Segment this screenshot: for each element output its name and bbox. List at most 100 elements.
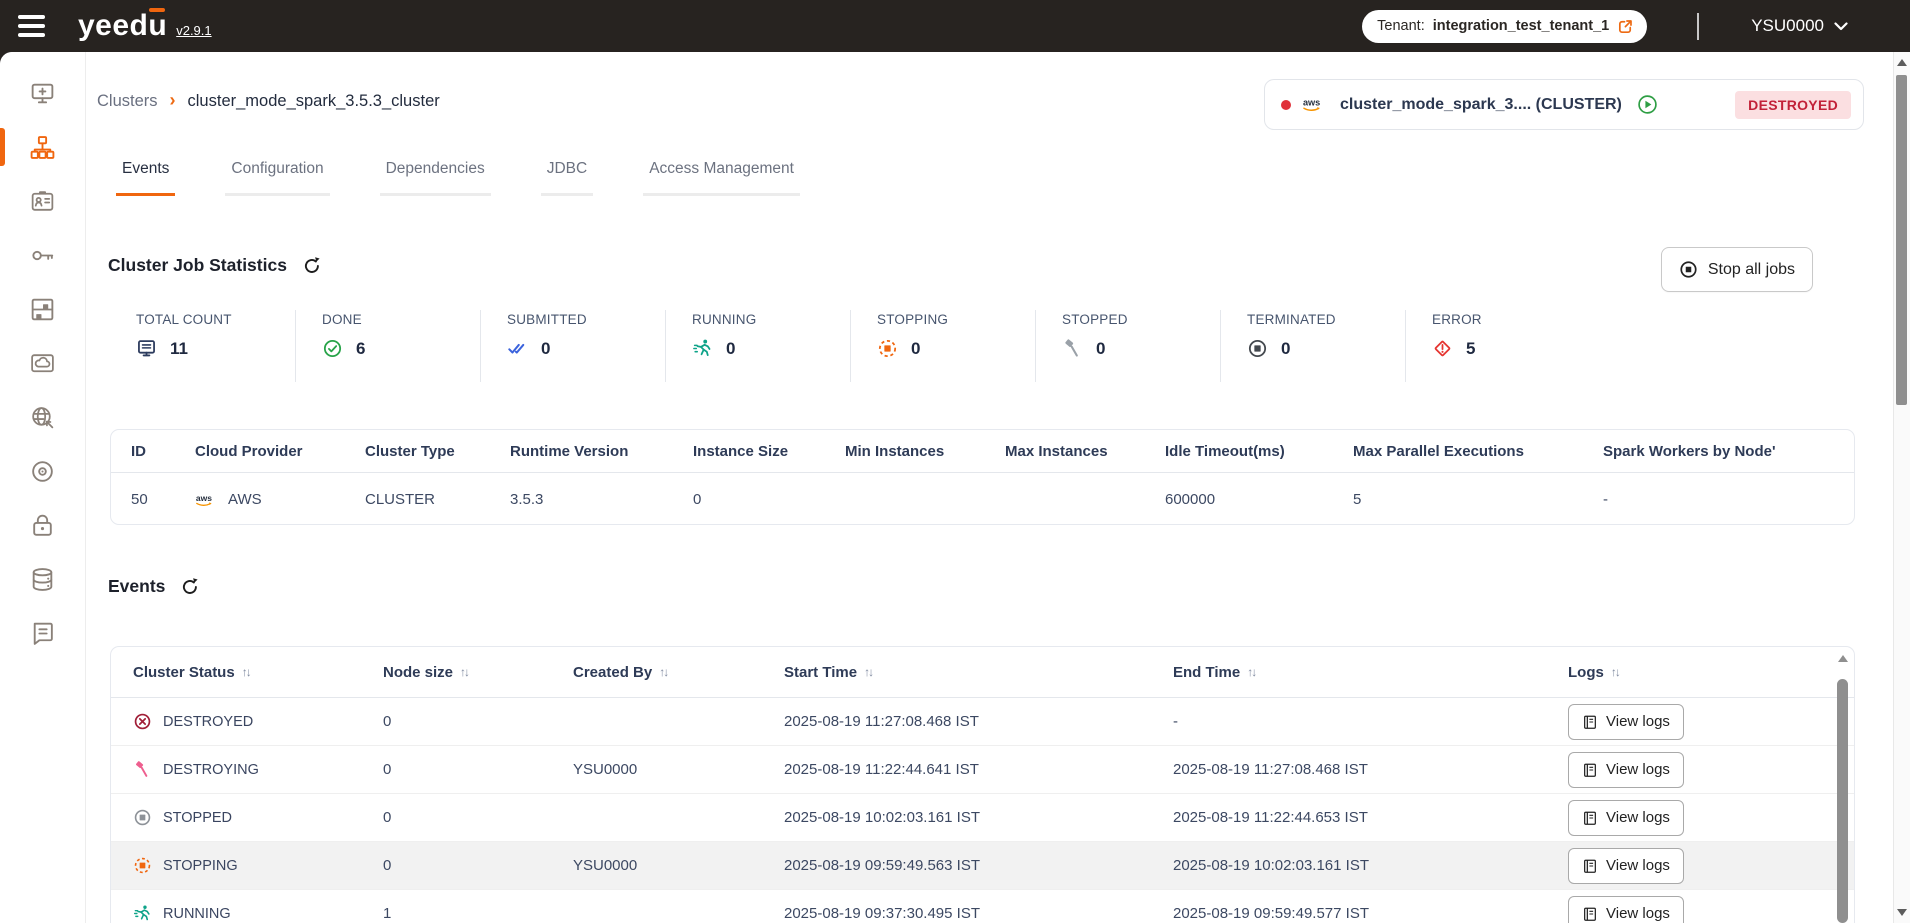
refresh-icon[interactable]: [180, 577, 200, 597]
view-logs-button[interactable]: View logs: [1568, 895, 1684, 923]
sidebar-item-clusters[interactable]: [0, 128, 86, 166]
tenant-name: integration_test_tenant_1: [1432, 18, 1610, 34]
tab-bar: Events Configuration Dependencies JDBC A…: [116, 158, 800, 196]
sidebar-item-database[interactable]: [0, 562, 86, 596]
circle-square-icon: [1247, 338, 1268, 359]
monitor-plus-icon: [29, 80, 56, 107]
stat-submitted: SUBMITTED 0: [480, 310, 665, 382]
sidebar-item-disc[interactable]: [0, 454, 86, 488]
user-id: YSU0000: [1751, 16, 1824, 35]
log-note-icon: [29, 620, 56, 647]
cluster-selector[interactable]: aws cluster_mode_spark_3.... (CLUSTER) D…: [1264, 79, 1864, 130]
tab-configuration[interactable]: Configuration: [225, 158, 330, 196]
view-logs-button[interactable]: View logs: [1568, 799, 1684, 836]
circle-x-icon: [133, 712, 152, 731]
dashed-circle-square-icon: [877, 338, 898, 359]
list-board-icon: [136, 338, 157, 359]
tab-dependencies[interactable]: Dependencies: [379, 158, 491, 196]
sidebar-item-cloud[interactable]: [0, 346, 86, 380]
scroll-up-icon[interactable]: [1837, 655, 1848, 662]
events-title: Events: [108, 576, 166, 596]
status-badge: DESTROYED: [1735, 90, 1851, 119]
aws-logo-icon: aws: [1302, 96, 1329, 113]
sort-icon[interactable]: ↑↓: [659, 665, 669, 679]
svg-text:aws: aws: [1303, 97, 1320, 107]
app-logo: yeedu: [78, 8, 168, 42]
breadcrumb-chevron-icon: ›: [169, 90, 176, 110]
sort-icon[interactable]: ↑↓: [460, 665, 470, 679]
top-navbar: yeedu v2.9.1 Tenant: integration_test_te…: [0, 0, 1910, 52]
cloud-frame-icon: [29, 350, 56, 377]
job-stats-title: Cluster Job Statistics: [108, 255, 287, 275]
breadcrumb-clusters-link[interactable]: Clusters: [97, 92, 158, 111]
sidebar-item-security[interactable]: [0, 508, 86, 542]
runner-icon: [692, 338, 713, 359]
table-row: STOPPING 0 YSU0000 2025-08-19 09:59:49.5…: [111, 842, 1854, 890]
view-logs-button[interactable]: View logs: [1568, 703, 1684, 740]
sort-icon[interactable]: ↑↓: [1611, 665, 1621, 679]
sidebar-item-rack[interactable]: [0, 292, 86, 326]
stop-all-jobs-button[interactable]: Stop all jobs: [1660, 247, 1813, 292]
globe-cursor-icon: [29, 404, 56, 431]
events-scrollbar[interactable]: [1836, 653, 1849, 923]
svg-text:aws: aws: [196, 492, 212, 502]
page-scrollbar[interactable]: [1893, 52, 1910, 923]
view-logs-button[interactable]: View logs: [1568, 847, 1684, 884]
version-link[interactable]: v2.9.1: [176, 23, 211, 38]
stop-icon: [1679, 260, 1698, 279]
tab-access-management[interactable]: Access Management: [643, 158, 800, 196]
tab-events[interactable]: Events: [116, 158, 176, 196]
scroll-up-icon[interactable]: [1897, 59, 1907, 66]
sort-icon[interactable]: ↑↓: [242, 665, 252, 679]
sidebar-item-id-badge[interactable]: [0, 184, 86, 218]
refresh-icon[interactable]: [302, 256, 322, 276]
tenant-label: Tenant:: [1377, 18, 1425, 34]
stat-running: RUNNING 0: [665, 310, 850, 382]
tenant-pill[interactable]: Tenant: integration_test_tenant_1: [1362, 9, 1648, 43]
hamburger-menu-icon[interactable]: [18, 9, 52, 43]
stat-done: DONE 6: [295, 310, 480, 382]
diamond-exclamation-icon: [1432, 338, 1453, 359]
scrollbar-thumb[interactable]: [1837, 679, 1848, 923]
disc-icon: [29, 458, 56, 485]
stat-stopped: STOPPED 0: [1035, 310, 1220, 382]
navbar-divider: [1697, 12, 1700, 40]
user-menu[interactable]: YSU0000: [1751, 16, 1848, 36]
scroll-down-icon[interactable]: [1897, 909, 1907, 916]
events-header-row: Cluster Status ↑↓ Node size ↑↓ Created By ↑…: [111, 647, 1854, 698]
dashed-circle-square-icon: [133, 856, 152, 875]
content-area: Clusters › cluster_mode_spark_3.5.3_clus…: [0, 52, 1910, 923]
sort-icon[interactable]: ↑↓: [864, 665, 874, 679]
table-row: STOPPED 0 2025-08-19 10:02:03.161 IST 20…: [111, 794, 1854, 842]
chevron-down-icon: [1834, 21, 1848, 31]
log-doc-icon: [1582, 858, 1598, 874]
external-link-icon[interactable]: [1617, 18, 1634, 35]
breadcrumb: Clusters › cluster_mode_spark_3.5.3_clus…: [97, 90, 440, 111]
play-icon[interactable]: [1637, 94, 1658, 115]
stat-terminated: TERMINATED 0: [1220, 310, 1405, 382]
log-doc-icon: [1582, 906, 1598, 922]
hammer-icon: [133, 760, 152, 779]
table-row: DESTROYING 0 YSU0000 2025-08-19 11:22:44…: [111, 746, 1854, 794]
view-logs-button[interactable]: View logs: [1568, 751, 1684, 788]
stat-error: ERROR 5: [1405, 310, 1590, 382]
key-icon: [29, 242, 56, 269]
lock-icon: [29, 512, 56, 539]
sidebar-item-network[interactable]: [0, 400, 86, 434]
check-circle-icon: [322, 338, 343, 359]
log-doc-icon: [1582, 762, 1598, 778]
scrollbar-thumb[interactable]: [1896, 75, 1907, 405]
sidebar-item-keys[interactable]: [0, 238, 86, 272]
runner-icon: [133, 904, 152, 923]
double-check-icon: [507, 338, 528, 359]
id-badge-icon: [29, 188, 56, 215]
job-stats-header: Cluster Job Statistics: [108, 255, 322, 276]
tab-jdbc[interactable]: JDBC: [540, 158, 594, 196]
job-stats-row: TOTAL COUNT 11 DONE 6 SUBMITTED 0 RUNNIN…: [110, 310, 1590, 382]
table-row: RUNNING 1 2025-08-19 09:37:30.495 IST 20…: [111, 890, 1854, 923]
sort-icon[interactable]: ↑↓: [1247, 665, 1257, 679]
table-row: DESTROYED 0 2025-08-19 11:27:08.468 IST …: [111, 698, 1854, 746]
sidebar-item-workspace[interactable]: [0, 76, 86, 110]
circle-square-icon: [133, 808, 152, 827]
sidebar-item-logs[interactable]: [0, 616, 86, 650]
